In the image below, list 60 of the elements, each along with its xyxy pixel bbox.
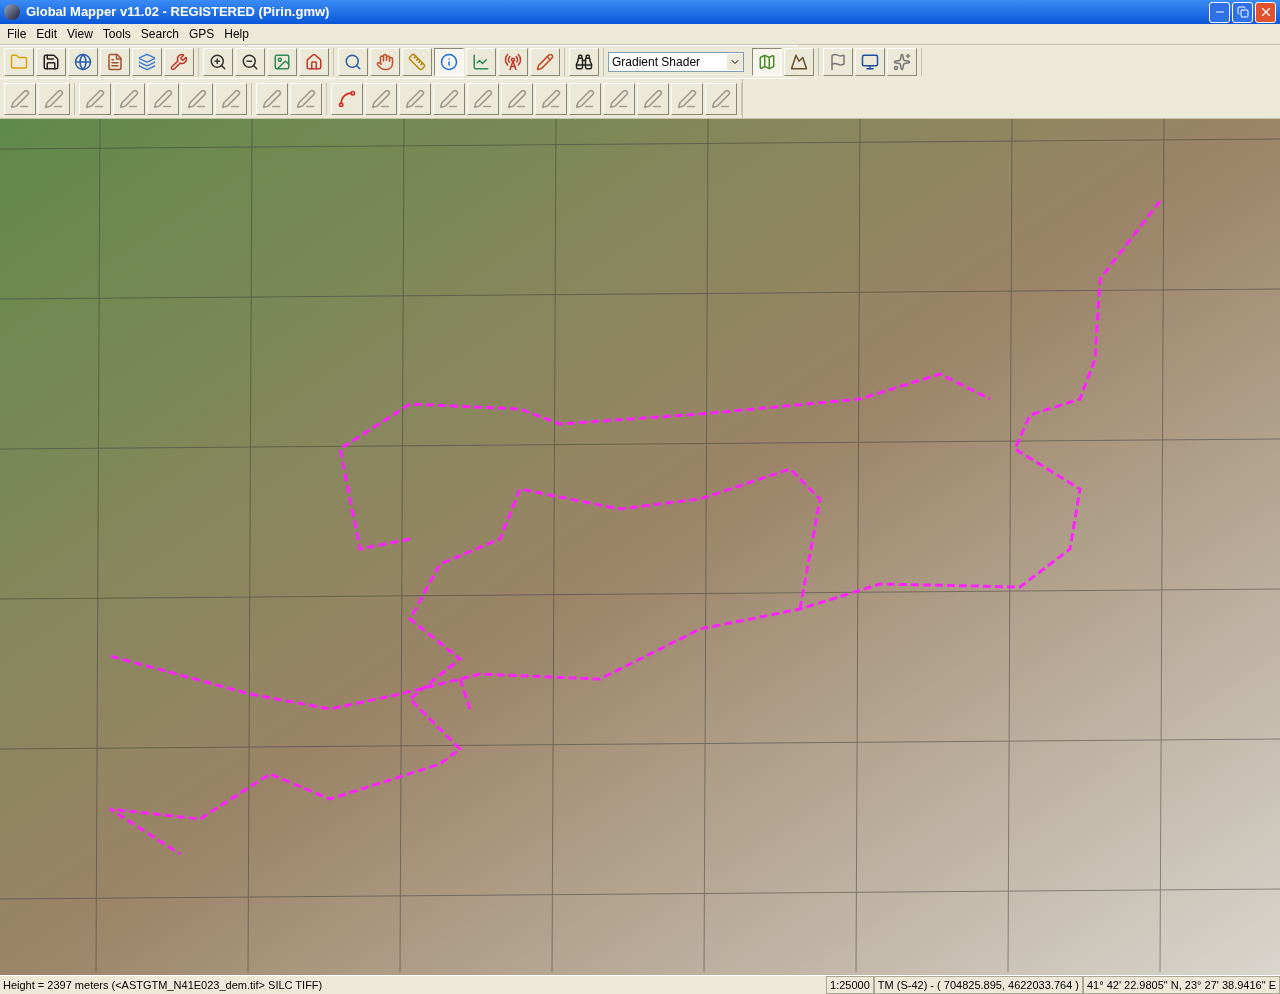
folder-icon: [10, 53, 28, 71]
edit-icon: [405, 88, 425, 109]
magnifier-icon: [344, 53, 362, 71]
home-icon: [305, 53, 323, 71]
edit-icon: [10, 88, 30, 109]
tools-icon: [170, 53, 188, 71]
menu-item[interactable]: Help: [219, 25, 254, 43]
edit-icon: [153, 88, 173, 109]
monitor-icon: [861, 53, 879, 71]
map-icon: [758, 53, 776, 71]
menu-item[interactable]: Tools: [97, 25, 136, 43]
sparkle-icon: [893, 53, 911, 71]
edit-icon: [221, 88, 241, 109]
edit-icon: [85, 88, 105, 109]
document-icon: [106, 53, 124, 71]
tower-icon: [504, 53, 522, 71]
restore-button[interactable]: [1232, 1, 1253, 23]
menu-item[interactable]: Search: [135, 25, 184, 43]
edit-icon: [187, 88, 207, 109]
edit-icon: [119, 88, 139, 109]
shader-dropdown[interactable]: Gradient Shader: [608, 52, 744, 72]
line-chart-icon: [472, 53, 490, 71]
scale-field: 1:25000: [826, 975, 874, 994]
menu-item[interactable]: GPS: [183, 25, 220, 43]
coordinates-field: 41° 42' 22.9805" N, 23° 27' 38.9416" E: [1083, 975, 1280, 994]
hand-icon: [376, 53, 394, 71]
edit-icon: [473, 88, 493, 109]
minimize-button[interactable]: [1209, 1, 1230, 23]
edit-icon: [262, 88, 282, 109]
edit-icon: [643, 88, 663, 109]
edit-icon: [541, 88, 561, 109]
mountain-icon: [790, 53, 808, 71]
zoom-in-icon: [209, 53, 227, 71]
menu-item[interactable]: View: [62, 25, 98, 43]
edit-icon: [609, 88, 629, 109]
edit-icon: [575, 88, 595, 109]
edit-icon: [371, 88, 391, 109]
menu-item[interactable]: Edit: [31, 25, 63, 43]
dropdown-value: Gradient Shader: [611, 54, 702, 71]
zoom-out-icon: [241, 53, 259, 71]
layers-icon: [138, 53, 156, 71]
edit-icon: [44, 88, 64, 109]
edit-icon: [507, 88, 527, 109]
edit-icon: [296, 88, 316, 109]
window-title: Global Mapper v11.02 - REGISTERED (Pirin.gmw): [26, 3, 330, 22]
pencil-icon: [536, 53, 554, 71]
ruler-icon: [408, 53, 426, 71]
close-button[interactable]: [1255, 1, 1276, 23]
edit-icon: [439, 88, 459, 109]
flag-icon: [829, 53, 847, 71]
edit-icon: [677, 88, 697, 109]
edit-icon: [711, 88, 731, 109]
draw-line-icon: [337, 88, 357, 109]
status-info: Height = 2397 meters (<ASTGTM_N41E023_dem.tif> SILC TIFF): [2, 977, 324, 993]
projection-field: TM (S-42) - ( 704825.895, 4622033.764 ): [873, 975, 1083, 994]
menu-item[interactable]: File: [2, 25, 32, 43]
image-icon: [273, 53, 291, 71]
info-icon: [440, 53, 458, 71]
binoculars-icon: [575, 53, 593, 71]
restore-icon: [1236, 6, 1249, 18]
